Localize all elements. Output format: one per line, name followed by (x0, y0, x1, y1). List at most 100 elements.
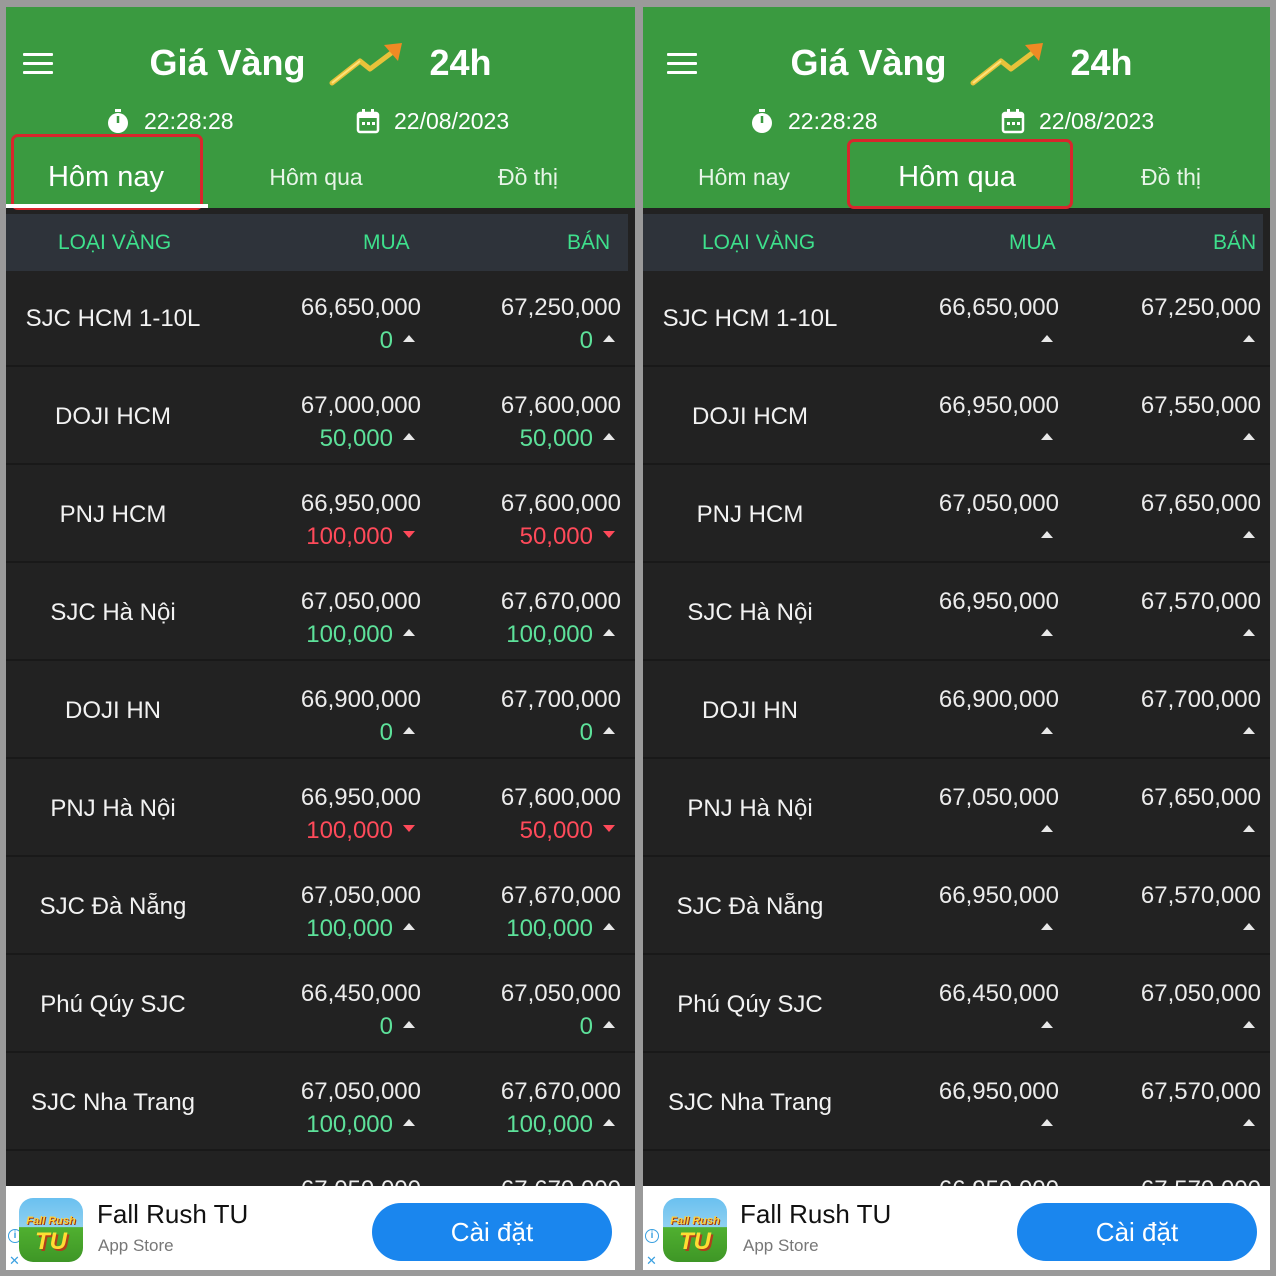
ad-info-icon[interactable]: i (645, 1229, 659, 1243)
arrow-up-icon (603, 727, 615, 735)
buy-price: 67,050,000 (938, 490, 1059, 517)
sell-price: 67,600,000 (500, 490, 621, 517)
tab-yesterday[interactable]: Hôm qua (216, 144, 416, 210)
buy-change (1031, 620, 1053, 650)
buy-change-value: 100,000 (306, 915, 393, 942)
sell-price: 67,650,000 (1140, 490, 1261, 517)
ad-icon-text-main: TU (679, 1228, 711, 1255)
sell-change-value: 50,000 (519, 817, 593, 844)
arrow-up-icon (403, 433, 415, 441)
ad-banner[interactable]: i ✕ Fall Rush TU Fall Rush TU App Store … (643, 1186, 1270, 1270)
gold-type-name: SJC HCM 1-10L (662, 305, 838, 332)
arrow-up-icon (1041, 923, 1053, 931)
install-button[interactable]: Cài đặt (372, 1203, 612, 1261)
buy-price: 66,950,000 (300, 784, 421, 811)
sell-change: 50,000 (520, 522, 615, 552)
sell-change-value: 100,000 (506, 1111, 593, 1138)
sell-change (1233, 326, 1255, 356)
table-row[interactable]: SJC Hà Nội 66,950,000 67,570,000 (643, 565, 1270, 661)
sell-change-value: 50,000 (519, 523, 593, 550)
table-row[interactable]: SJC HCM 1-10L 66,650,000 67,250,000 (643, 271, 1270, 367)
table-row[interactable]: SJC Đà Nẵng 66,950,000 67,570,000 (643, 859, 1270, 955)
buy-change (1031, 424, 1053, 454)
ad-app-icon[interactable]: Fall Rush TU (663, 1198, 727, 1262)
buy-price: 67,050,000 (938, 784, 1059, 811)
sell-price: 67,570,000 (1140, 1078, 1261, 1105)
table-row[interactable]: DOJI HN 66,900,000 67,700,000 (643, 663, 1270, 759)
table-row[interactable]: PNJ Hà Nội 66,950,000 100,000 67,600,000 50,… (6, 761, 635, 857)
table-row[interactable]: DOJI HCM 66,950,000 67,550,000 (643, 369, 1270, 465)
tab-today[interactable]: Hôm nay (643, 144, 845, 210)
ad-icon-text: Fall Rush (26, 1215, 76, 1227)
buy-change-value: 0 (379, 1013, 393, 1040)
arrow-up-icon (403, 1021, 415, 1029)
table-row[interactable]: SJC Đà Nẵng 67,050,000 100,000 67,670,000 10… (6, 859, 635, 955)
trend-arrow-icon (329, 43, 402, 86)
sell-price: 67,050,000 (1140, 980, 1261, 1007)
gold-type-name: PNJ HCM (59, 501, 167, 528)
buy-change: 0 (380, 326, 415, 356)
gold-type-name: SJC Nha Trang (30, 1089, 196, 1116)
table-row[interactable]: SJC HCM 1-10L 66,650,000 0 67,250,000 0 (6, 271, 635, 367)
ad-app-icon[interactable]: Fall Rush TU (19, 1198, 83, 1262)
table-row[interactable]: SJC Nha Trang 67,050,000 100,000 67,670,000… (6, 1055, 635, 1151)
sell-price: 67,050,000 (500, 980, 621, 1007)
date-display: 22/08/2023 (1001, 104, 1154, 134)
table-row[interactable]: PNJ Hà Nội 67,050,000 67,650,000 (643, 761, 1270, 857)
buy-change: 50,000 (320, 424, 415, 454)
gold-type-name: PNJ Hà Nội (50, 795, 176, 822)
arrow-up-icon (1041, 433, 1053, 441)
ad-close-icon[interactable]: ✕ (9, 1254, 20, 1268)
highlight-box (847, 139, 1073, 209)
stopwatch-icon (752, 108, 772, 133)
sell-price: 67,250,000 (500, 294, 621, 321)
buy-price: 66,950,000 (938, 882, 1059, 909)
sell-change (1233, 620, 1255, 650)
buy-change-value: 0 (379, 327, 393, 354)
col-sell: BÁN (1213, 231, 1257, 254)
arrow-down-icon (403, 825, 415, 833)
buy-change: 0 (380, 1012, 415, 1042)
tab-chart[interactable]: Đồ thị (1071, 144, 1270, 210)
ad-close-icon[interactable]: ✕ (646, 1254, 657, 1268)
arrow-up-icon (1041, 1021, 1053, 1029)
app-header: Giá Vàng 24h 22:28:28 22/08/2023 Hôm nay… (6, 7, 635, 210)
table-row[interactable]: SJC Nha Trang 66,950,000 67,570,000 (643, 1055, 1270, 1151)
tab-yesterday[interactable]: Hôm qua (847, 139, 1073, 210)
ad-banner[interactable]: i ✕ Fall Rush TU Fall Rush TU App Store … (6, 1186, 635, 1270)
table-row[interactable]: DOJI HCM 67,000,000 50,000 67,600,000 50,000 (6, 369, 635, 465)
sell-price: 67,570,000 (1140, 588, 1261, 615)
col-sell: BÁN (567, 231, 611, 254)
buy-price: 67,050,000 (300, 882, 421, 909)
arrow-up-icon (1041, 825, 1053, 833)
buy-change: 100,000 (306, 522, 415, 552)
table-row[interactable]: Phú Qúy SJC 66,450,000 67,050,000 (643, 957, 1270, 1053)
install-button[interactable]: Cài đặt (1017, 1203, 1257, 1261)
date-text: 22/08/2023 (1039, 107, 1155, 134)
highlight-box (11, 134, 203, 210)
buy-price: 66,950,000 (938, 1078, 1059, 1105)
arrow-up-icon (603, 923, 615, 931)
buy-change (1031, 914, 1053, 944)
gold-type-name: SJC Đà Nẵng (39, 893, 187, 920)
table-row[interactable]: DOJI HN 66,900,000 0 67,700,000 0 (6, 663, 635, 759)
arrow-up-icon (603, 1119, 615, 1127)
table-row[interactable]: PNJ HCM 66,950,000 100,000 67,600,000 50,000 (6, 467, 635, 563)
tab-chart[interactable]: Đồ thị (428, 144, 628, 210)
arrow-up-icon (603, 629, 615, 637)
arrow-up-icon (403, 629, 415, 637)
title-24h: 24h (1070, 42, 1133, 84)
buy-change (1031, 718, 1053, 748)
sell-change: 50,000 (520, 424, 615, 454)
arrow-up-icon (403, 335, 415, 343)
buy-price: 66,650,000 (300, 294, 421, 321)
tab-chart-label: Đồ thị (497, 164, 559, 190)
table-row[interactable]: PNJ HCM 67,050,000 67,650,000 (643, 467, 1270, 563)
arrow-up-icon (1041, 629, 1053, 637)
table-row[interactable]: Phú Qúy SJC 66,450,000 0 67,050,000 0 (6, 957, 635, 1053)
col-type: LOẠI VÀNG (702, 231, 816, 254)
gold-type-name: Phú Qúy SJC (40, 991, 186, 1018)
sell-price: 67,700,000 (500, 686, 621, 713)
table-row[interactable]: SJC Hà Nội 67,050,000 100,000 67,670,000 100… (6, 565, 635, 661)
tab-today[interactable]: Hôm nay (6, 134, 206, 210)
